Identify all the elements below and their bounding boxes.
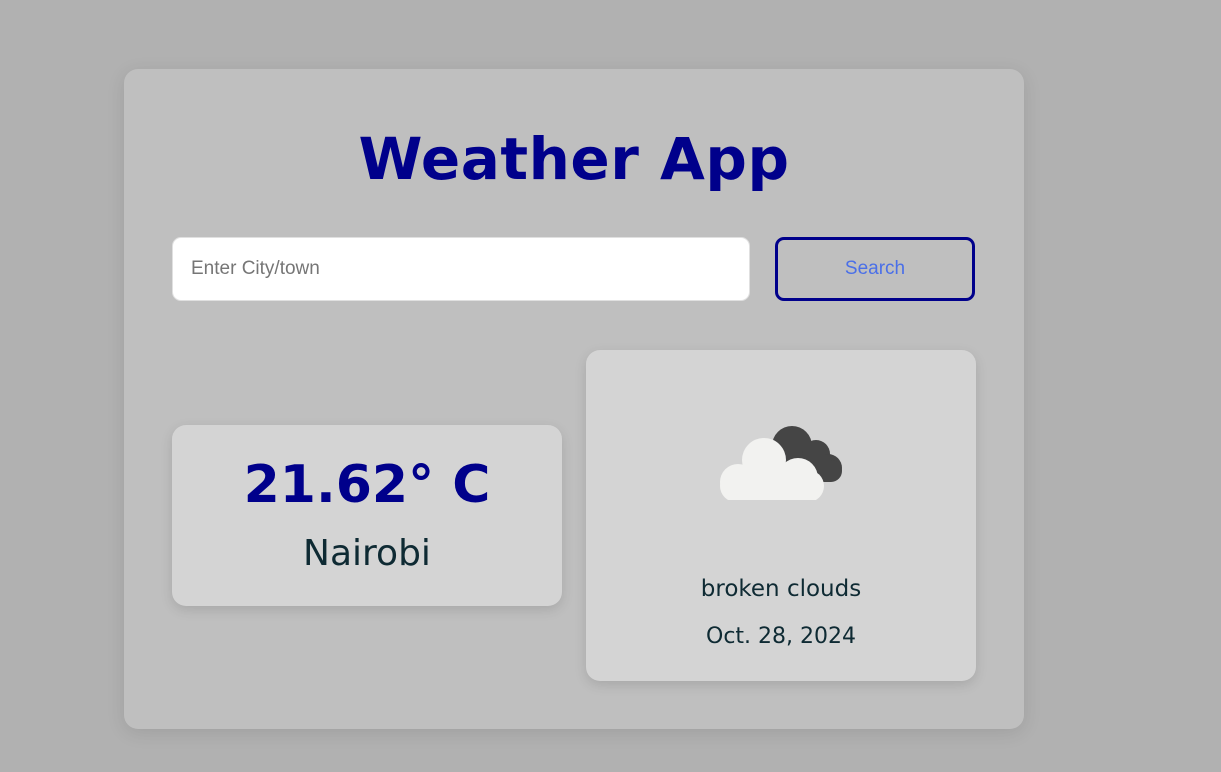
broken-clouds-icon: [720, 426, 842, 502]
condition-date: Oct. 28, 2024: [706, 624, 856, 649]
city-name: Nairobi: [303, 533, 431, 574]
condition-card: broken clouds Oct. 28, 2024: [586, 350, 976, 681]
weather-app-card: Weather App Search 21.62° C Nairobi: [124, 69, 1024, 729]
temperature-value: 21.62° C: [243, 455, 491, 515]
city-search-input[interactable]: [172, 237, 750, 301]
condition-description: broken clouds: [700, 576, 862, 602]
search-button[interactable]: Search: [775, 237, 975, 301]
app-title: Weather App: [358, 125, 790, 193]
temperature-card: 21.62° C Nairobi: [172, 425, 562, 606]
